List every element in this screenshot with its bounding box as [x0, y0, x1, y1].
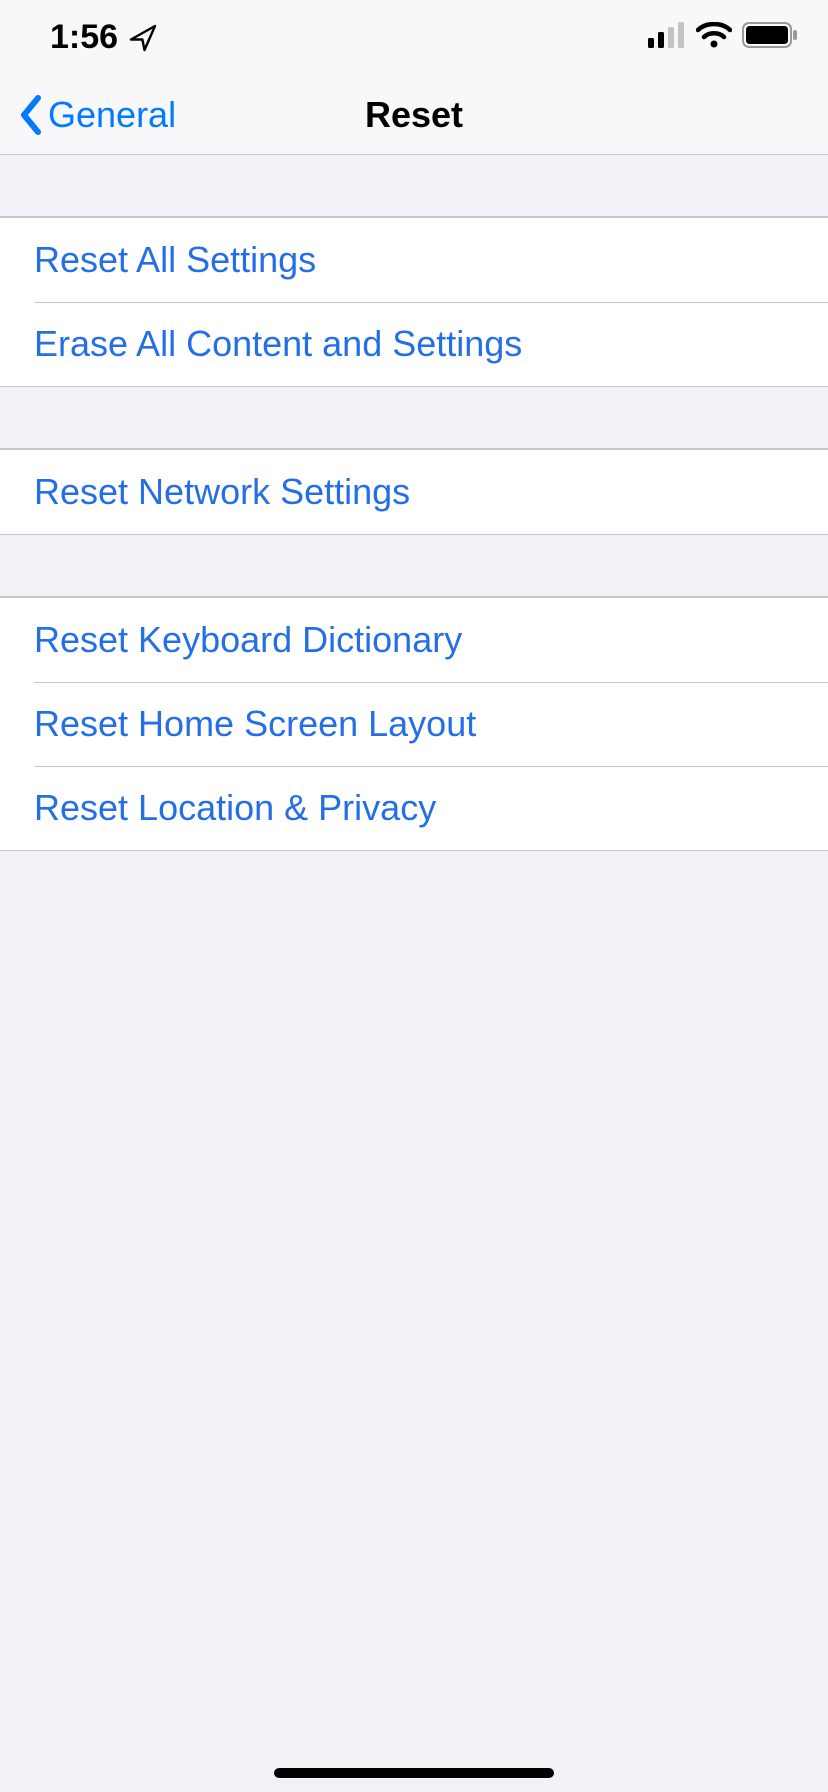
- row-reset-location-privacy[interactable]: Reset Location & Privacy: [0, 766, 828, 850]
- page-title: Reset: [365, 94, 463, 136]
- section-gap: [0, 387, 828, 449]
- status-time: 1:56: [50, 18, 118, 57]
- section-reset-main: Reset All Settings Erase All Content and…: [0, 217, 828, 387]
- row-label: Reset Home Screen Layout: [34, 703, 476, 745]
- row-label: Reset All Settings: [34, 239, 316, 281]
- chevron-back-icon: [18, 95, 44, 135]
- nav-bar: General Reset: [0, 75, 828, 155]
- row-label: Erase All Content and Settings: [34, 323, 522, 365]
- back-button[interactable]: General: [0, 94, 176, 136]
- row-reset-network-settings[interactable]: Reset Network Settings: [0, 450, 828, 534]
- section-gap: [0, 535, 828, 597]
- battery-icon: [742, 22, 798, 53]
- row-reset-keyboard-dictionary[interactable]: Reset Keyboard Dictionary: [0, 598, 828, 682]
- status-bar: 1:56: [0, 0, 828, 75]
- section-reset-other: Reset Keyboard Dictionary Reset Home Scr…: [0, 597, 828, 851]
- section-gap: [0, 155, 828, 217]
- status-left: 1:56: [50, 18, 158, 57]
- row-label: Reset Location & Privacy: [34, 787, 436, 829]
- back-label: General: [48, 94, 176, 136]
- home-indicator[interactable]: [274, 1768, 554, 1778]
- section-reset-network: Reset Network Settings: [0, 449, 828, 535]
- row-reset-all-settings[interactable]: Reset All Settings: [0, 218, 828, 302]
- row-label: Reset Network Settings: [34, 471, 410, 513]
- location-services-icon: [128, 23, 158, 53]
- cellular-signal-icon: [648, 22, 686, 53]
- status-right: [648, 22, 798, 53]
- row-label: Reset Keyboard Dictionary: [34, 619, 462, 661]
- wifi-icon: [696, 22, 732, 53]
- row-reset-home-screen-layout[interactable]: Reset Home Screen Layout: [0, 682, 828, 766]
- row-erase-all-content[interactable]: Erase All Content and Settings: [0, 302, 828, 386]
